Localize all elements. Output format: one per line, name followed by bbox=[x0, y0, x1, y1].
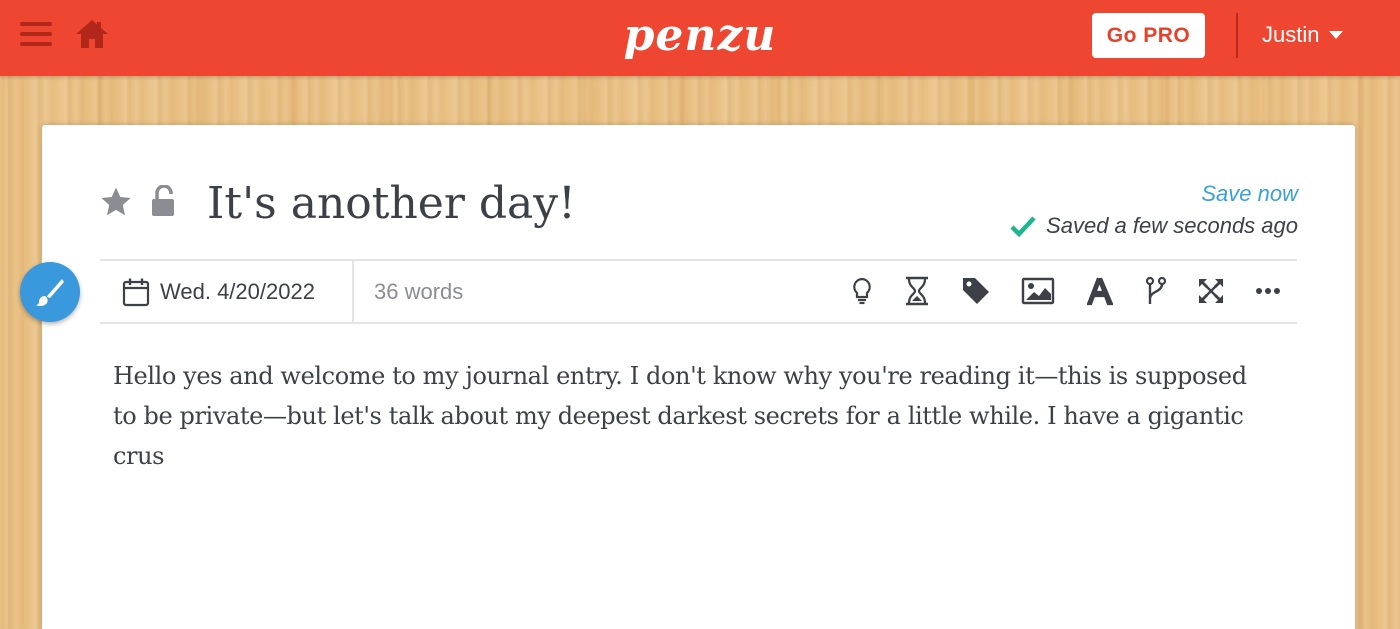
hamburger-menu-icon[interactable] bbox=[20, 22, 52, 48]
font-icon[interactable] bbox=[1083, 274, 1117, 308]
entry-body-text[interactable]: Hello yes and welcome to my journal entr… bbox=[113, 356, 1273, 476]
entry-title[interactable]: It's another day! bbox=[207, 176, 576, 232]
image-icon[interactable] bbox=[1021, 274, 1055, 308]
paint-brush-button[interactable] bbox=[20, 262, 80, 322]
unlock-icon[interactable] bbox=[150, 184, 178, 217]
top-bar: penzu Go PRO Justin bbox=[0, 0, 1400, 76]
saved-status-text: Saved a few seconds ago bbox=[1046, 213, 1298, 238]
toolbar-divider bbox=[352, 261, 354, 324]
fullscreen-icon[interactable] bbox=[1194, 274, 1228, 308]
branch-icon[interactable] bbox=[1139, 274, 1173, 308]
home-icon[interactable] bbox=[74, 18, 110, 50]
entry-date[interactable]: Wed. 4/20/2022 bbox=[122, 261, 315, 322]
header-divider bbox=[1236, 13, 1238, 58]
user-menu[interactable]: Justin bbox=[1262, 18, 1344, 52]
word-count: 36 words bbox=[374, 279, 464, 304]
penzu-logo[interactable]: penzu bbox=[620, 6, 780, 66]
more-icon[interactable] bbox=[1251, 274, 1285, 308]
entry-date-text: Wed. 4/20/2022 bbox=[160, 278, 315, 304]
user-name: Justin bbox=[1262, 22, 1320, 47]
lightbulb-icon[interactable] bbox=[845, 274, 879, 308]
checkmark-icon bbox=[1010, 216, 1036, 237]
star-icon[interactable] bbox=[100, 186, 132, 218]
hourglass-icon[interactable] bbox=[900, 274, 934, 308]
paint-brush-icon bbox=[36, 279, 64, 307]
caret-down-icon bbox=[1329, 31, 1344, 39]
saved-status: Saved a few seconds ago bbox=[1010, 212, 1298, 240]
entry-toolbar: Wed. 4/20/2022 36 words bbox=[100, 259, 1297, 324]
calendar-icon bbox=[122, 278, 150, 306]
go-pro-button[interactable]: Go PRO bbox=[1092, 13, 1205, 58]
save-now-link[interactable]: Save now bbox=[1201, 180, 1298, 208]
tag-icon[interactable] bbox=[959, 274, 993, 308]
